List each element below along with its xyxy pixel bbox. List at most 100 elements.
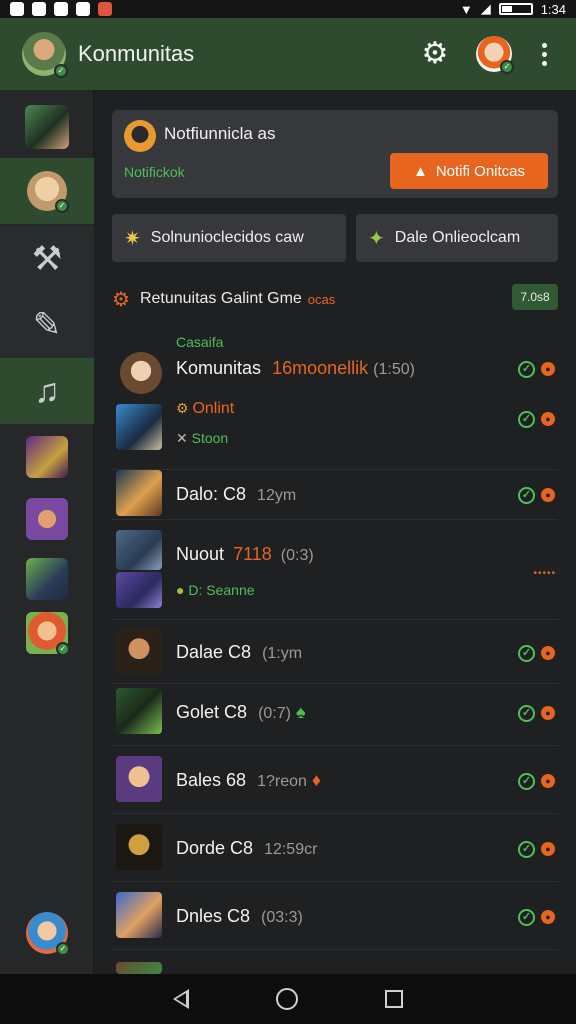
list-item[interactable]: Dorde C8 12:59cr ✓ ● <box>112 814 558 882</box>
notification-icon <box>32 2 46 16</box>
section-header: ⚙ Retunuitas Galint Gme ocas 7.0s8 <box>112 284 558 314</box>
list-item[interactable]: Golet C8 (0:7) ♠ ✓ ● <box>112 684 558 746</box>
orange-dot-icon: ● <box>541 774 555 788</box>
quick-action-button-1[interactable]: ✷ Solnunioclecidos caw <box>112 214 346 262</box>
orange-dot-icon: ● <box>541 362 555 376</box>
back-icon[interactable] <box>173 989 190 1009</box>
card-title: Notfiunnicla as <box>164 124 276 143</box>
member-name: Dalae C8 (1:ym <box>176 642 302 663</box>
member-name-text: Komunitas <box>176 358 262 378</box>
member-thumbnail <box>116 572 162 608</box>
member-name-text: Dalae C8 <box>176 642 252 662</box>
rail-item-server-1[interactable] <box>0 424 94 490</box>
list-item[interactable]: Bales 68 1?reon ♦ ✓ ● <box>112 746 558 814</box>
verified-badge-icon: ✓ <box>54 64 68 78</box>
rail-item-music[interactable]: ♫ <box>0 358 94 424</box>
user-avatar: ✓ <box>26 912 70 956</box>
verified-badge-icon: ✓ <box>56 642 70 656</box>
member-name-text: Dorde C8 <box>176 838 254 858</box>
wrench-icon: ⚒ <box>31 240 63 278</box>
status-right-icons: ▼ ◢ 1:34 <box>460 1 566 17</box>
rail-item-server-4[interactable]: ✓ <box>0 600 94 666</box>
rail-item-tools[interactable]: ⚒ <box>0 226 94 292</box>
list-item[interactable]: Komunitas 16moonellik (1:50) ✓ ● ⚙ Onlint… <box>112 350 558 470</box>
member-name: Komunitas 16moonellik (1:50) <box>176 358 415 379</box>
member-meta: (0:3) <box>280 547 314 564</box>
server-rail: ✓ ⚒ ✎ ♫ ✓ ✓ <box>0 90 94 974</box>
status-gear-icon: ⚙ <box>176 400 189 416</box>
section-title: Retunuitas Galint Gme <box>139 290 302 307</box>
member-thumbnail <box>116 688 162 734</box>
member-tag: 16moonellik <box>272 358 369 378</box>
main-content: Notfiunnicla as Notifickok ▲ Notifi Onit… <box>94 90 576 974</box>
flame-icon: ♦ <box>311 770 322 790</box>
check-icon: ✓ <box>518 360 535 378</box>
rail-item-server-2[interactable] <box>0 486 94 552</box>
app-bar: ✓ Konmunitas ⚙ ✓ <box>0 18 576 90</box>
status-time: 1:34 <box>540 1 566 17</box>
group-label: Casaifa <box>176 334 224 350</box>
member-name: Dorde C8 12:59cr <box>176 838 317 859</box>
flask-icon: ● <box>176 582 185 598</box>
quick-action-button-2[interactable]: ✦ Dale Onlieoclcam <box>356 214 558 262</box>
orange-dot-icon: ● <box>541 412 555 426</box>
member-thumbnail <box>116 404 162 450</box>
verified-badge-icon: ✓ <box>55 199 69 213</box>
notification-button-label: Notifi Onitcas <box>435 162 526 180</box>
mail-icon <box>54 2 68 16</box>
card-avatar <box>124 120 156 152</box>
system-nav-bar <box>0 974 576 1024</box>
server-avatar: ✓ <box>27 171 69 213</box>
kebab-icon[interactable] <box>534 39 554 69</box>
sword-icon: ♠ <box>295 702 306 722</box>
sparkle-icon: ✷ <box>124 227 141 250</box>
rail-item-profile[interactable]: ✓ <box>0 900 94 966</box>
notification-card: Notfiunnicla as Notifickok ▲ Notifi Onit… <box>112 110 558 198</box>
server-avatar: ✓ <box>26 612 70 656</box>
orange-dot-icon: ● <box>541 910 555 924</box>
section-title-suffix: ocas <box>307 291 336 307</box>
list-item[interactable]: Dnles C8 (03:3) ✓ ● <box>112 882 558 950</box>
check-icon: ✓ <box>518 840 535 858</box>
server-avatar <box>26 436 68 478</box>
gear-icon[interactable]: ⚙ <box>420 39 450 69</box>
section-badge: 7.0s8 <box>512 284 558 310</box>
rail-item-add[interactable]: ✎ <box>0 292 94 358</box>
member-name: Dnles C8 (03:3) <box>176 906 303 927</box>
status-indicators: ✓ ● <box>518 360 558 378</box>
status-indicators: ✓ ● <box>518 644 558 662</box>
more-dots-icon[interactable]: ••••• <box>533 568 556 579</box>
member-thumbnail <box>116 824 162 870</box>
list-item[interactable]: Dalo: C8 12ym ✓ ● <box>112 470 558 520</box>
status-indicators: ✓ ● <box>518 704 558 722</box>
member-meta: (1:50) <box>373 361 415 378</box>
orange-dot-icon: ● <box>541 842 555 856</box>
member-thumbnail <box>116 756 162 802</box>
member-meta: (0:7) <box>258 705 291 722</box>
rail-item-witch[interactable] <box>0 94 94 160</box>
check-icon: ✓ <box>518 644 535 662</box>
member-avatar <box>120 352 162 394</box>
gear-icon: ⚙ <box>112 288 130 311</box>
member-name-text: Dalo: C8 <box>176 484 247 504</box>
status-indicators: ✓ ● <box>518 486 558 504</box>
rail-item-selected[interactable]: ✓ <box>0 158 94 224</box>
status-online: Onlint <box>192 400 235 417</box>
check-icon: ✓ <box>518 772 535 790</box>
sync-icon <box>10 2 24 16</box>
server-avatar <box>26 498 68 540</box>
notification-button[interactable]: ▲ Notifi Onitcas <box>390 153 548 189</box>
profile-avatar[interactable]: ✓ <box>476 36 514 74</box>
home-icon[interactable] <box>275 988 298 1010</box>
status-indicators: ✓ ● <box>518 410 558 428</box>
list-item[interactable]: Nuout 7118 (0:3) ● D: Seanne ••••• <box>112 530 558 620</box>
member-name: Nuout 7118 (0:3) <box>176 544 314 565</box>
server-avatar <box>26 558 68 600</box>
list-item[interactable]: Dalae C8 (1:ym ✓ ● <box>112 620 558 684</box>
member-meta: (1:ym <box>262 645 303 662</box>
member-status-sub: ✕ Stoon <box>176 430 228 447</box>
app-avatar[interactable]: ✓ <box>22 32 68 78</box>
member-name-text: Dnles C8 <box>176 906 251 926</box>
recents-icon[interactable] <box>384 990 403 1008</box>
status-indicators: ✓ ● <box>518 908 558 926</box>
